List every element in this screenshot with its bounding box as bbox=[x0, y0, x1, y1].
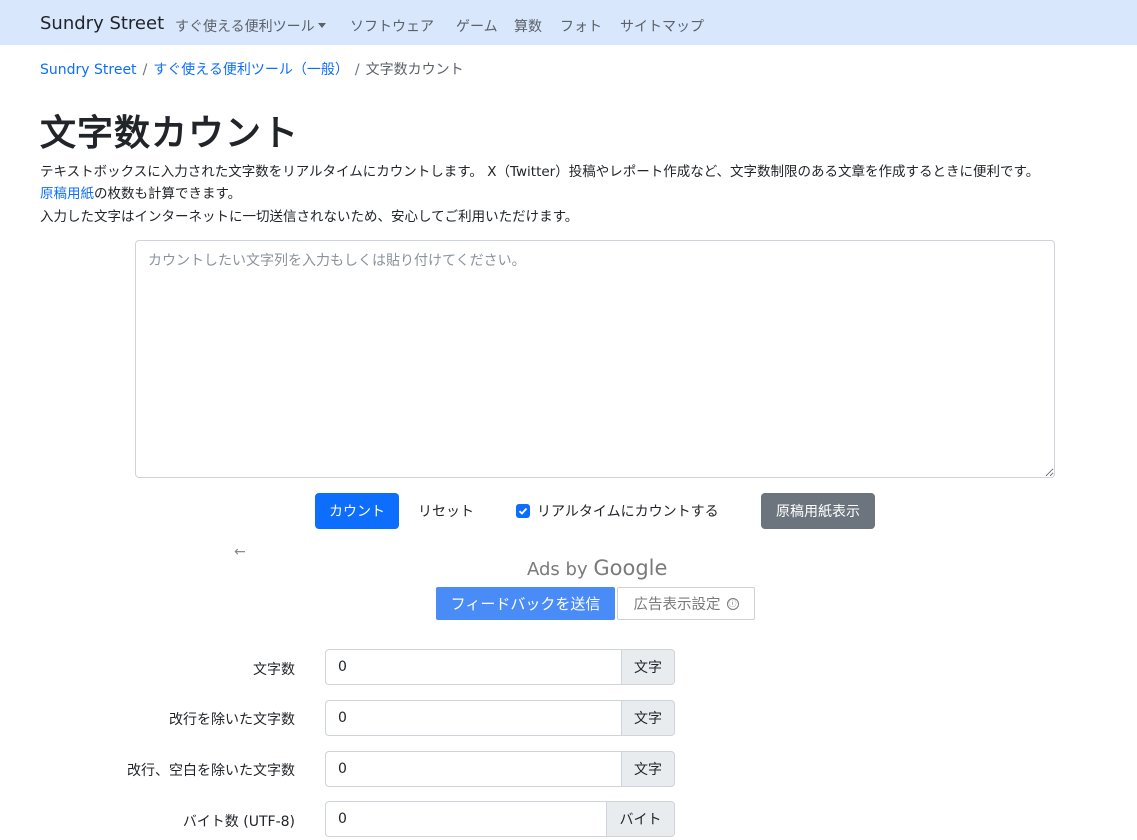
ads-by-text: Ads by bbox=[527, 559, 588, 580]
page-title: 文字数カウント bbox=[40, 113, 300, 154]
breadcrumb-home-link[interactable]: Sundry Street bbox=[40, 62, 137, 78]
no-newline-count-unit: 文字 bbox=[621, 700, 675, 736]
nav-item-software[interactable]: ソフトウェア bbox=[350, 16, 434, 36]
char-count-label: 文字数 bbox=[253, 662, 295, 678]
nav-item-tools-dropdown[interactable]: すぐ使える便利ツール bbox=[175, 16, 326, 36]
nav-item-math[interactable]: 算数 bbox=[514, 16, 542, 36]
char-count-unit: 文字 bbox=[621, 649, 675, 685]
ad-settings-label: 広告表示設定 bbox=[633, 597, 721, 613]
no-newline-count-label: 改行を除いた文字数 bbox=[169, 712, 295, 728]
caret-down-icon bbox=[317, 22, 326, 28]
breadcrumb-current: 文字数カウント bbox=[365, 62, 464, 78]
reset-button[interactable]: リセット bbox=[405, 493, 487, 529]
text-input-area[interactable] bbox=[135, 240, 1055, 478]
count-button[interactable]: カウント bbox=[315, 493, 399, 529]
no-space-count-unit: 文字 bbox=[621, 751, 675, 787]
google-logo-text: Google bbox=[593, 556, 668, 580]
realtime-checkbox[interactable] bbox=[516, 504, 530, 518]
realtime-label: リアルタイムにカウントする bbox=[537, 504, 719, 520]
no-newline-count-field[interactable]: 0 bbox=[325, 700, 622, 736]
description-line-2: 原稿用紙の枚数も計算できます。 bbox=[40, 182, 241, 202]
description-line-1: テキストボックスに入力された文字数をリアルタイムにカウントします。 X（Twit… bbox=[40, 164, 1040, 180]
breadcrumb-separator: / bbox=[142, 62, 148, 78]
brand-link[interactable]: Sundry Street bbox=[40, 13, 164, 34]
description-line-2-text: の枚数も計算できます。 bbox=[94, 186, 242, 202]
manuscript-view-button[interactable]: 原稿用紙表示 bbox=[761, 493, 875, 529]
ad-settings-button[interactable]: 広告表示設定 ⓘ bbox=[617, 587, 755, 620]
char-count-field[interactable]: 0 bbox=[325, 649, 622, 685]
no-space-count-field[interactable]: 0 bbox=[325, 751, 622, 787]
no-space-count-label: 改行、空白を除いた文字数 bbox=[127, 763, 295, 779]
breadcrumb-tools-link[interactable]: すぐ使える便利ツール（一般） bbox=[153, 62, 349, 78]
back-arrow-icon[interactable]: ← bbox=[234, 544, 246, 560]
nav-item-photo[interactable]: フォト bbox=[560, 16, 602, 36]
checkmark-icon bbox=[518, 507, 528, 515]
top-navbar: Sundry Street すぐ使える便利ツール ソフトウェア ゲーム 算数 フ… bbox=[0, 0, 1137, 45]
nav-item-tools-label: すぐ使える便利ツール bbox=[175, 19, 315, 35]
manuscript-paper-link[interactable]: 原稿用紙 bbox=[40, 186, 94, 202]
breadcrumb-separator: / bbox=[354, 62, 360, 78]
byte-count-field[interactable]: 0 bbox=[325, 801, 607, 837]
send-feedback-button[interactable]: フィードバックを送信 bbox=[436, 587, 615, 620]
breadcrumb: Sundry Street / すぐ使える便利ツール（一般） / 文字数カウント bbox=[40, 59, 464, 79]
info-icon: ⓘ bbox=[726, 597, 739, 610]
realtime-toggle[interactable]: リアルタイムにカウントする bbox=[516, 500, 719, 522]
ads-by-google-label: Ads by Google bbox=[527, 556, 667, 580]
nav-item-games[interactable]: ゲーム bbox=[456, 16, 498, 36]
description-line-3: 入力した文字はインターネットに一切送信されないため、安心してご利用いただけます。 bbox=[40, 209, 579, 225]
byte-count-unit: バイト bbox=[606, 801, 675, 837]
nav-item-sitemap[interactable]: サイトマップ bbox=[620, 16, 704, 36]
byte-count-label: バイト数 (UTF-8) bbox=[182, 814, 295, 830]
